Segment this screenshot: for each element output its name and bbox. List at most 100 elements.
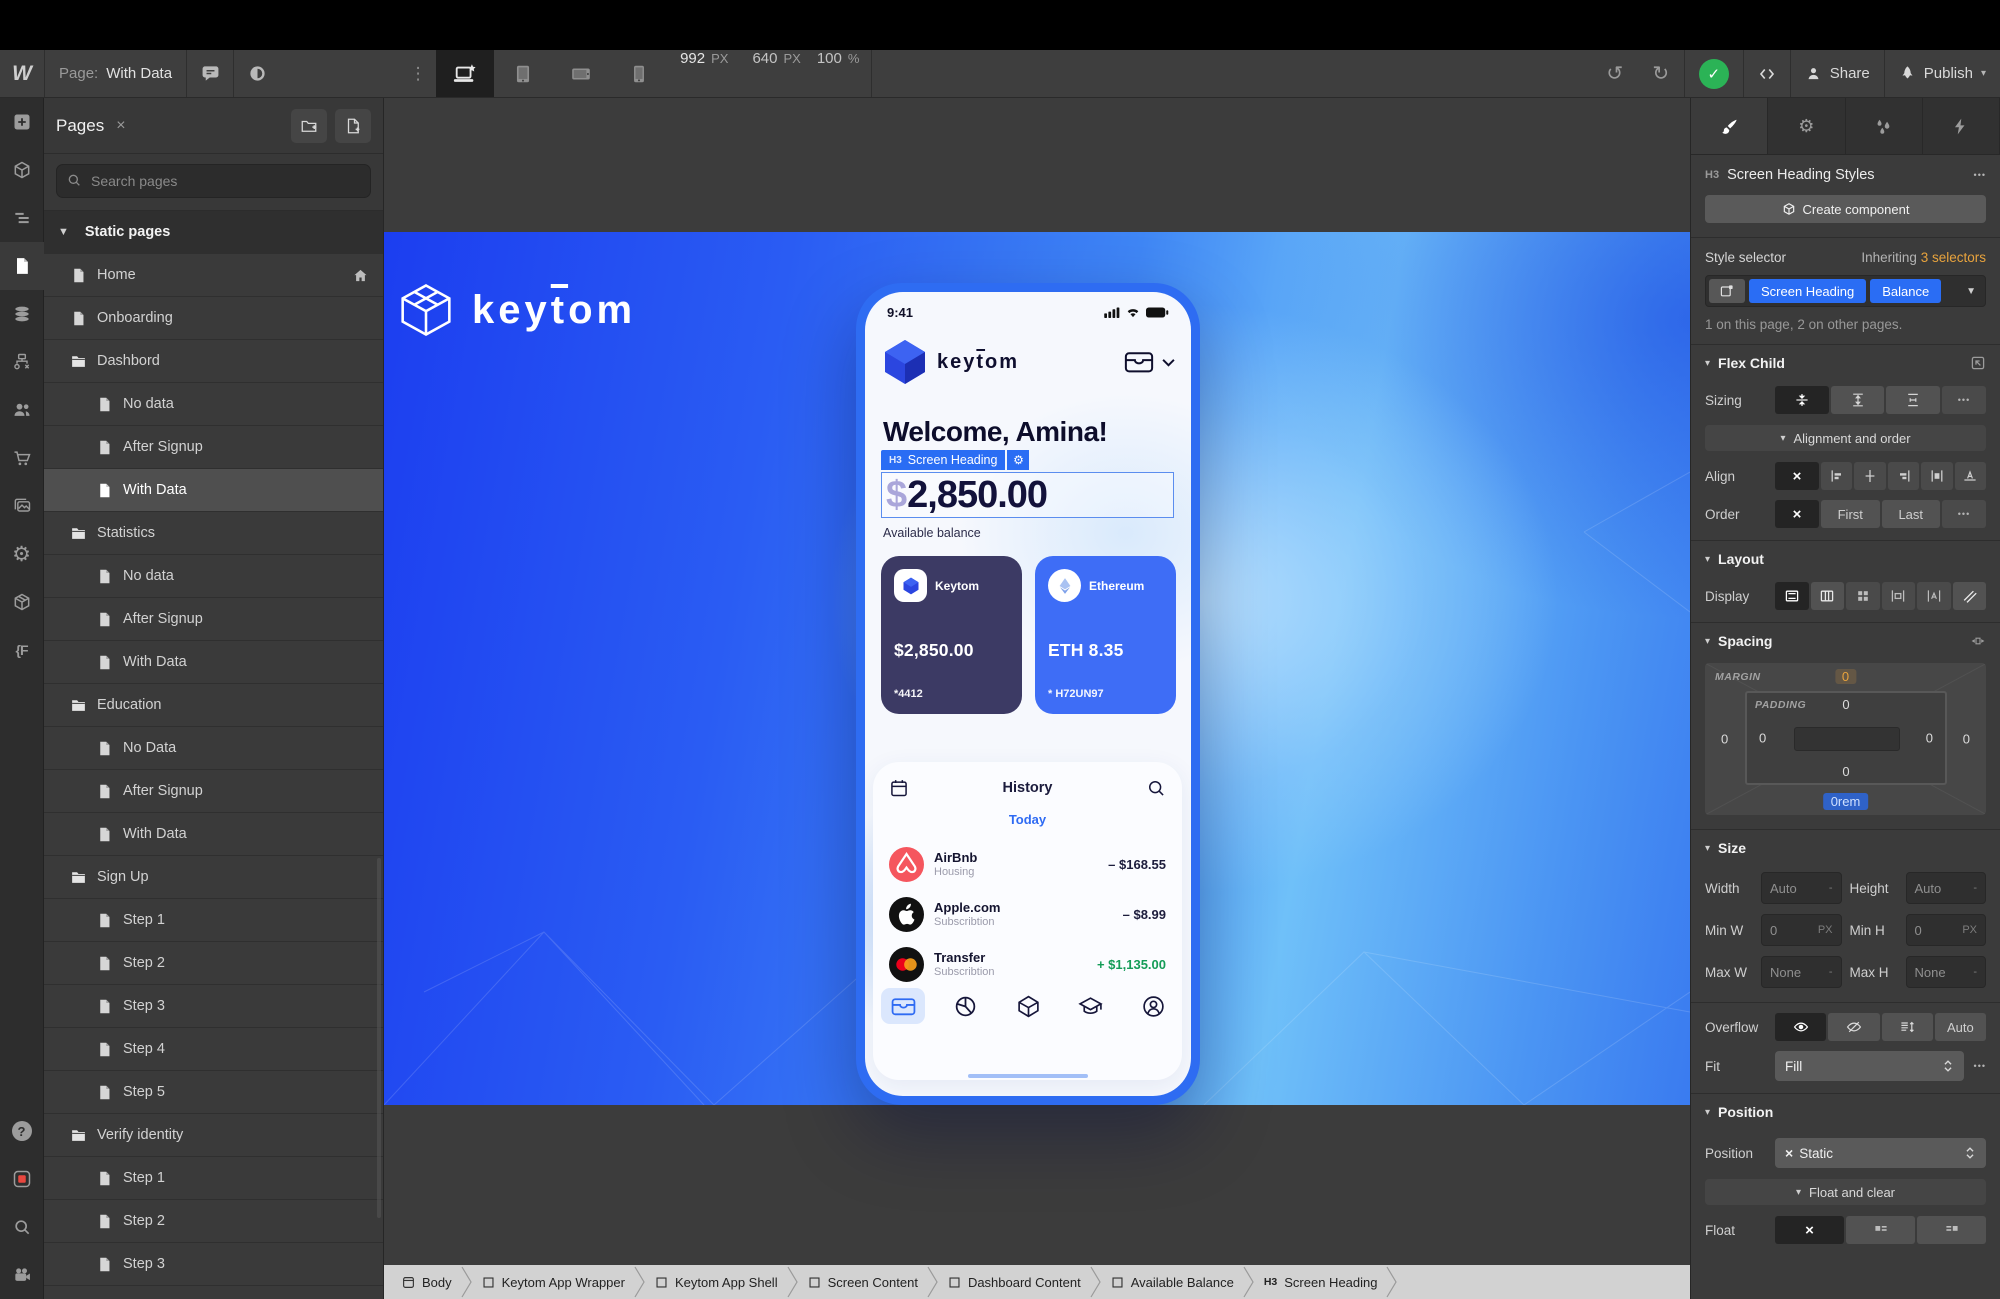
pages-item-after-signup[interactable]: After Signup bbox=[44, 770, 383, 813]
publish-button[interactable]: Publish ▾ bbox=[1885, 50, 2000, 97]
sizing-shrink-button[interactable] bbox=[1775, 386, 1829, 414]
cms-icon[interactable] bbox=[0, 290, 44, 338]
preview-toggle-icon[interactable] bbox=[234, 50, 280, 97]
nav-statistics-icon[interactable] bbox=[944, 988, 988, 1024]
size-field-input[interactable]: 0PX bbox=[1906, 914, 1987, 946]
portrait-phone-icon[interactable] bbox=[610, 50, 668, 97]
page-hero-background[interactable]: keytom 9:41 bbox=[384, 232, 1690, 1105]
section-spacing[interactable]: ▾ Spacing bbox=[1691, 622, 2000, 659]
element-options-icon[interactable]: ••• bbox=[1974, 170, 1986, 180]
components-icon[interactable] bbox=[0, 146, 44, 194]
apps-icon[interactable] bbox=[0, 578, 44, 626]
breadcrumb-item-keytom-app-wrapper[interactable]: Keytom App Wrapper bbox=[474, 1275, 633, 1290]
class-selector-field[interactable]: Screen Heading Balance ▼ bbox=[1705, 275, 1986, 307]
new-folder-button[interactable] bbox=[291, 109, 327, 143]
float-right-button[interactable] bbox=[1917, 1216, 1986, 1244]
pages-item-no-data[interactable]: No Data bbox=[44, 727, 383, 770]
padding-left-value[interactable]: 0 bbox=[1759, 731, 1766, 746]
desktop-star-icon[interactable] bbox=[436, 50, 494, 97]
align-center-button[interactable] bbox=[1854, 462, 1885, 490]
pages-item-step-1[interactable]: Step 1 bbox=[44, 1157, 383, 1200]
pages-panel-close-icon[interactable]: × bbox=[116, 117, 125, 135]
ecommerce-icon[interactable] bbox=[0, 434, 44, 482]
margin-left-value[interactable]: 0 bbox=[1721, 732, 1728, 747]
sizing-fixed-button[interactable] bbox=[1886, 386, 1940, 414]
phone-mockup[interactable]: 9:41 keytom bbox=[856, 283, 1200, 1105]
spacing-settings-icon[interactable] bbox=[1970, 633, 1986, 649]
element-settings-gear-icon[interactable]: ⚙ bbox=[1007, 450, 1029, 470]
saved-status-icon[interactable]: ✓ bbox=[1699, 59, 1729, 89]
overflow-hidden-button[interactable] bbox=[1828, 1013, 1879, 1041]
comments-icon[interactable] bbox=[187, 50, 233, 97]
align-start-button[interactable] bbox=[1821, 462, 1852, 490]
search-pages-input[interactable] bbox=[56, 164, 371, 198]
section-layout[interactable]: ▾ Layout bbox=[1691, 540, 2000, 577]
breadcrumb-item-available-balance[interactable]: Available Balance bbox=[1103, 1275, 1242, 1290]
display-inline-block-button[interactable] bbox=[1882, 582, 1916, 610]
float-none-button[interactable]: × bbox=[1775, 1216, 1844, 1244]
pages-folder-verify-identity[interactable]: Verify identity bbox=[44, 1114, 383, 1157]
pages-scrollbar[interactable] bbox=[377, 858, 381, 1218]
canvas-width-readout[interactable]: 992 PX bbox=[668, 50, 740, 97]
assets-icon[interactable] bbox=[0, 482, 44, 530]
page-indicator[interactable]: Page: With Data bbox=[45, 50, 186, 97]
sizing-more-button[interactable]: ••• bbox=[1942, 386, 1986, 414]
sizing-grow-button[interactable] bbox=[1831, 386, 1885, 414]
tab-style-manager[interactable] bbox=[1846, 98, 1923, 154]
pages-item-no-data[interactable]: No data bbox=[44, 383, 383, 426]
add-elements-icon[interactable] bbox=[0, 98, 44, 146]
display-inline-button[interactable] bbox=[1917, 582, 1951, 610]
size-field-input[interactable]: None- bbox=[1761, 956, 1842, 988]
navigator-icon[interactable] bbox=[0, 194, 44, 242]
selector-token[interactable]: Screen Heading bbox=[1749, 279, 1866, 303]
redo-icon[interactable]: ↻ bbox=[1638, 50, 1684, 97]
selector-token[interactable]: Balance bbox=[1870, 279, 1941, 303]
webflow-logo[interactable]: W bbox=[0, 50, 44, 97]
section-position[interactable]: ▾ Position bbox=[1691, 1093, 2000, 1130]
pages-item-after-signup[interactable]: After Signup bbox=[44, 426, 383, 469]
pages-item-step-5[interactable]: Step 5 bbox=[44, 1071, 383, 1114]
history-search-icon[interactable] bbox=[1146, 778, 1166, 798]
pages-folder-education[interactable]: Education bbox=[44, 684, 383, 727]
breadcrumb-item-screen-heading[interactable]: H3Screen Heading bbox=[1256, 1275, 1386, 1290]
size-field-input[interactable]: Auto- bbox=[1906, 872, 1987, 904]
chevron-down-icon[interactable] bbox=[1162, 358, 1175, 367]
users-icon[interactable] bbox=[0, 386, 44, 434]
padding-top-value[interactable]: 0 bbox=[1842, 697, 1849, 712]
spacing-diagram[interactable]: MARGIN 0 0 0 0rem PADDING 0 0 0 0 bbox=[1705, 663, 1986, 815]
breadcrumb-item-keytom-app-shell[interactable]: Keytom App Shell bbox=[647, 1275, 786, 1290]
size-field-input[interactable]: None- bbox=[1906, 956, 1987, 988]
padding-diagram[interactable]: PADDING 0 0 0 0 bbox=[1745, 691, 1947, 785]
align-end-button[interactable] bbox=[1888, 462, 1919, 490]
wallet-icon[interactable] bbox=[1124, 349, 1154, 375]
display-flex-button[interactable] bbox=[1811, 582, 1845, 610]
pages-item-onboarding[interactable]: Onboarding bbox=[44, 297, 383, 340]
code-export-icon[interactable] bbox=[1744, 50, 1790, 97]
pages-item-with-data[interactable]: With Data bbox=[44, 813, 383, 856]
nav-education-icon[interactable] bbox=[1069, 988, 1113, 1024]
margin-right-value[interactable]: 0 bbox=[1963, 732, 1970, 747]
align-baseline-button[interactable] bbox=[1955, 462, 1986, 490]
pages-item-step-4[interactable]: Step 4 bbox=[44, 1028, 383, 1071]
pages-icon[interactable] bbox=[0, 242, 44, 290]
pages-folder-sign-up[interactable]: Sign Up bbox=[44, 856, 383, 899]
pages-item-no-data[interactable]: No data bbox=[44, 555, 383, 598]
pages-item-after-signup[interactable]: After Signup bbox=[44, 598, 383, 641]
float-clear-collapse[interactable]: ▾ Float and clear bbox=[1705, 1179, 1986, 1205]
ethereum-account-card[interactable]: Ethereum ETH 8.35 * H72UN97 bbox=[1035, 556, 1176, 714]
nav-keytom-icon[interactable] bbox=[1006, 988, 1050, 1024]
calendar-icon[interactable] bbox=[889, 778, 909, 798]
pages-item-step-3[interactable]: Step 3 bbox=[44, 985, 383, 1028]
pages-folder-dashbord[interactable]: Dashbord bbox=[44, 340, 383, 383]
undo-icon[interactable]: ↺ bbox=[1592, 50, 1638, 97]
new-page-button[interactable] bbox=[335, 109, 371, 143]
record-icon[interactable] bbox=[0, 1155, 44, 1203]
selector-dropdown-icon[interactable]: ▼ bbox=[1966, 286, 1982, 297]
selector-state-icon[interactable] bbox=[1709, 279, 1745, 303]
pages-item-step-2[interactable]: Step 2 bbox=[44, 942, 383, 985]
finsweet-icon[interactable]: {F bbox=[0, 626, 44, 674]
display-block-button[interactable] bbox=[1775, 582, 1809, 610]
order-last-button[interactable]: Last bbox=[1882, 500, 1941, 528]
history-day-label[interactable]: Today bbox=[889, 812, 1166, 827]
breadcrumb-item-screen-content[interactable]: Screen Content bbox=[800, 1275, 926, 1290]
